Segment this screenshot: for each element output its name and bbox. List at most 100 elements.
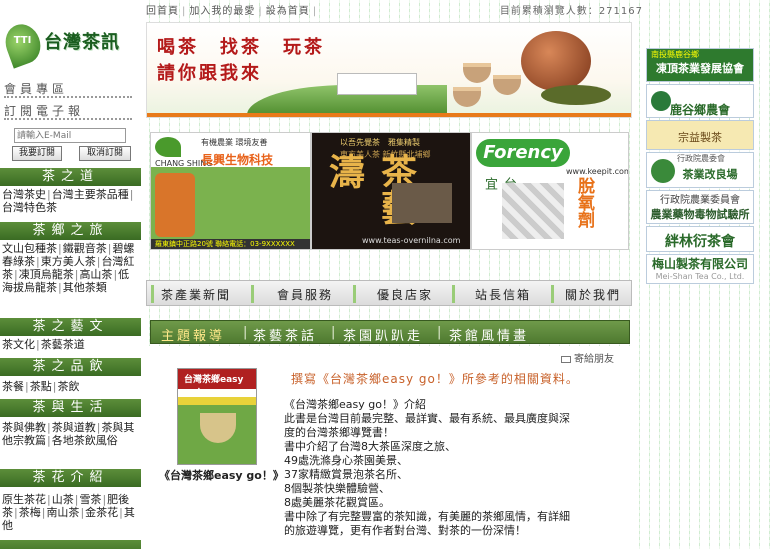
link-tw-tea-history[interactable]: 台灣茶史 xyxy=(2,188,46,201)
section-links-camellia: 原生茶花|山茶|雪茶|肥後茶|茶梅|南山茶|金茶花|其他 xyxy=(2,493,135,532)
article-description: 《台灣茶鄉easy go！》介紹 此書是台灣目前最完整、最詳實、最有系統、最具廣… xyxy=(284,398,630,538)
section-header-partial xyxy=(0,540,141,549)
tab-teahouse[interactable]: 茶館風情畫 xyxy=(449,325,529,344)
ad-changxing-biotech[interactable]: 有機農業 環境友善 CHANG SHING 長興生物科技 羅東鎮中正路20號 聯… xyxy=(150,132,311,250)
nav-tea-news[interactable]: 茶產業新聞 xyxy=(161,286,231,303)
tea-leaves-image xyxy=(541,85,611,105)
send-to-friend-link[interactable]: 寄給朋友 xyxy=(561,350,614,365)
nav-webmaster-mail[interactable]: 站長信箱 xyxy=(475,286,531,303)
home-link[interactable]: 回首頁 xyxy=(146,6,179,17)
banner-slogan-2: 請你跟我來 xyxy=(157,63,262,84)
teapot-image xyxy=(521,31,591,91)
nav-bar-divider xyxy=(151,285,154,303)
banner-stripe xyxy=(147,113,631,117)
nav-member-service[interactable]: 會員服務 xyxy=(277,286,333,303)
nav-quality-shops[interactable]: 優良店家 xyxy=(377,286,433,303)
section-header-tea-way: 茶之道 xyxy=(0,168,141,186)
main-nav: 茶產業新聞 會員服務 優良店家 站長信箱 關於我們 xyxy=(146,280,632,306)
book-cover-title: 台灣茶鄉easy go！ xyxy=(184,375,244,398)
header-banner: 喝茶 找茶 玩茶 請你跟我來 xyxy=(146,22,632,118)
ad-dongding-association[interactable]: 南投縣鹿谷鄉 凍頂茶業發展協會 xyxy=(646,48,754,82)
section-links-tea-life: 茶與佛教|茶與道教|茶與其他宗教篇|各地茶飲風俗 xyxy=(2,421,135,447)
link-tieguanyin[interactable]: 鐵觀音茶 xyxy=(63,242,107,255)
section-header-tea-life: 茶與生活 xyxy=(0,399,141,417)
link-nanshan-camellia[interactable]: 南山茶 xyxy=(46,506,79,519)
ad-meishan-tea[interactable]: 梅山製茶有限公司 Mei-Shan Tea Co., Ltd. xyxy=(646,254,754,284)
subscribe-button[interactable]: 我要訂閱 xyxy=(12,146,62,161)
ad-tea-club[interactable]: 絆林衍茶會 xyxy=(646,226,754,252)
link-other-tea[interactable]: 其他茶類 xyxy=(63,281,107,294)
link-oriental-beauty[interactable]: 東方美人茶 xyxy=(41,255,96,268)
book-cover-image[interactable]: 台灣茶鄉easy go！ xyxy=(177,368,257,465)
tab-featured[interactable]: 主題報導 xyxy=(161,325,225,344)
link-tea-snack[interactable]: 茶點 xyxy=(30,380,52,393)
ad-brand-logo: Forency xyxy=(476,139,570,167)
tab-tea-talk[interactable]: 茶藝茶話 xyxy=(253,325,317,344)
right-sidebar-ads: 南投縣鹿谷鄉 凍頂茶業發展協會 鹿谷鄉農會 宗益製茶 行政院農委會 茶業改良場 … xyxy=(643,40,756,310)
article-headline: 撰寫《台灣茶鄉easy go！》所參考的相關資料。 xyxy=(291,372,579,386)
tea-shop-photo xyxy=(392,183,452,223)
desc-line: 的旅遊導覽，更有作者對台灣、對茶的一份深情！ xyxy=(284,524,526,537)
link-dongding[interactable]: 凍頂烏龍茶 xyxy=(19,268,74,281)
link-golden-camellia[interactable]: 金茶花 xyxy=(85,506,118,519)
desc-line: 49處洗滌身心茶園美景、 xyxy=(284,454,408,467)
link-sasanqua[interactable]: 茶梅 xyxy=(19,506,41,519)
link-tea-meal[interactable]: 茶餐 xyxy=(2,380,24,393)
link-tea-buddhism[interactable]: 茶與佛教 xyxy=(2,421,46,434)
ad-product-name: 脫氧劑 xyxy=(574,177,594,228)
nav-bar-divider xyxy=(452,285,455,303)
link-tw-tea-varieties[interactable]: 台灣主要茶品種 xyxy=(52,188,129,201)
farmers-assoc-logo-icon xyxy=(651,91,671,111)
section-header-camellia: 茶花介紹 xyxy=(0,469,141,487)
section-header-tea-village: 茶鄉之旅 xyxy=(0,222,141,240)
nav-bar-divider xyxy=(551,285,554,303)
desc-line: 書中介紹了台灣8大茶區深度之旅、 xyxy=(284,440,456,453)
link-tea-culture[interactable]: 茶文化 xyxy=(2,338,35,351)
ad-pesticide-institute[interactable]: 行政院農業委員會 農業藥物毒物試驗所 xyxy=(646,190,754,224)
banner-slogan-1: 喝茶 找茶 玩茶 xyxy=(157,37,325,58)
ad-zongyi-tea[interactable]: 宗益製茶 xyxy=(646,120,754,150)
desc-line: 此書是台灣目前最完整、最詳實、最有系統、最具廣度與深 xyxy=(284,412,570,425)
desc-line: 37家精緻賞景泡茶名所、 xyxy=(284,468,408,481)
ad-company-name: 長興生物科技 xyxy=(201,153,274,167)
ad-lugu-farmers[interactable]: 鹿谷鄉農會 xyxy=(646,84,754,118)
kiwi-fruit-image xyxy=(155,173,195,237)
tab-tea-garden-trips[interactable]: 茶園趴趴走 xyxy=(343,325,423,344)
desc-line: 8處美麗茶花觀賞區。 xyxy=(284,496,390,509)
link-native-camellia[interactable]: 原生茶花 xyxy=(2,493,46,506)
section-links-tea-way: 台灣茶史|台灣主要茶品種|台灣特色茶 xyxy=(2,188,134,214)
section-header-tea-drinking: 茶之品飲 xyxy=(0,358,141,376)
ad-tea-art[interactable]: 以吾先覺茶 雅集精製 東方美人茶 新竹縣北埔鄉 茶藝濤 www.teas-ove… xyxy=(311,132,471,250)
desc-line: 書中除了有完整豐富的茶知識，有美麗的茶鄉風情，有詳細 xyxy=(284,510,570,523)
link-snow-camellia[interactable]: 雪茶 xyxy=(79,493,101,506)
link-tea-ceremony[interactable]: 茶藝茶道 xyxy=(41,338,85,351)
desc-line: 8個製茶快樂體驗營、 xyxy=(284,482,390,495)
link-tea-taoism[interactable]: 茶與道教 xyxy=(52,421,96,434)
ad-forency[interactable]: Forency www.keepit.com.tw 台灣多道宜 脫氧劑 xyxy=(471,132,629,250)
link-mountain-camellia[interactable]: 山茶 xyxy=(52,493,74,506)
teacup-image xyxy=(200,413,236,443)
email-field[interactable] xyxy=(14,128,126,143)
set-homepage-link[interactable]: 設為首頁 xyxy=(266,6,310,17)
link-tw-special-tea[interactable]: 台灣特色茶 xyxy=(2,201,57,214)
teacup-image xyxy=(493,75,521,95)
nav-bar-divider xyxy=(251,285,254,303)
site-logo[interactable]: TTI 台灣茶訊 xyxy=(0,19,136,70)
unsubscribe-button[interactable]: 取消訂閱 xyxy=(79,146,131,161)
link-wenshan[interactable]: 文山包種茶 xyxy=(2,242,57,255)
section-links-tea-drinking: 茶餐|茶點|茶飲 xyxy=(2,380,80,393)
subscribe-title: 訂閱電子報 xyxy=(4,102,132,120)
nav-about-us[interactable]: 關於我們 xyxy=(565,286,621,303)
link-high-mountain[interactable]: 高山茶 xyxy=(79,268,112,281)
link-tea-drink[interactable]: 茶飲 xyxy=(57,380,79,393)
nav-bar-divider xyxy=(353,285,356,303)
ad-tea-research[interactable]: 行政院農委會 茶業改良場 xyxy=(646,152,754,188)
leaf-icon: TTI xyxy=(0,19,46,69)
section-header-tea-arts: 茶之藝文 xyxy=(0,318,141,336)
envelope-icon xyxy=(561,355,571,363)
ad-url: www.keepit.com.tw xyxy=(566,167,628,176)
add-favorite-link[interactable]: 加入我的最愛 xyxy=(189,6,255,17)
link-tea-customs[interactable]: 各地茶飲風俗 xyxy=(52,434,118,447)
book-caption[interactable]: 《台灣茶鄉easy go！》 xyxy=(159,467,284,483)
member-zone-link[interactable]: 會員專區 xyxy=(4,80,132,98)
